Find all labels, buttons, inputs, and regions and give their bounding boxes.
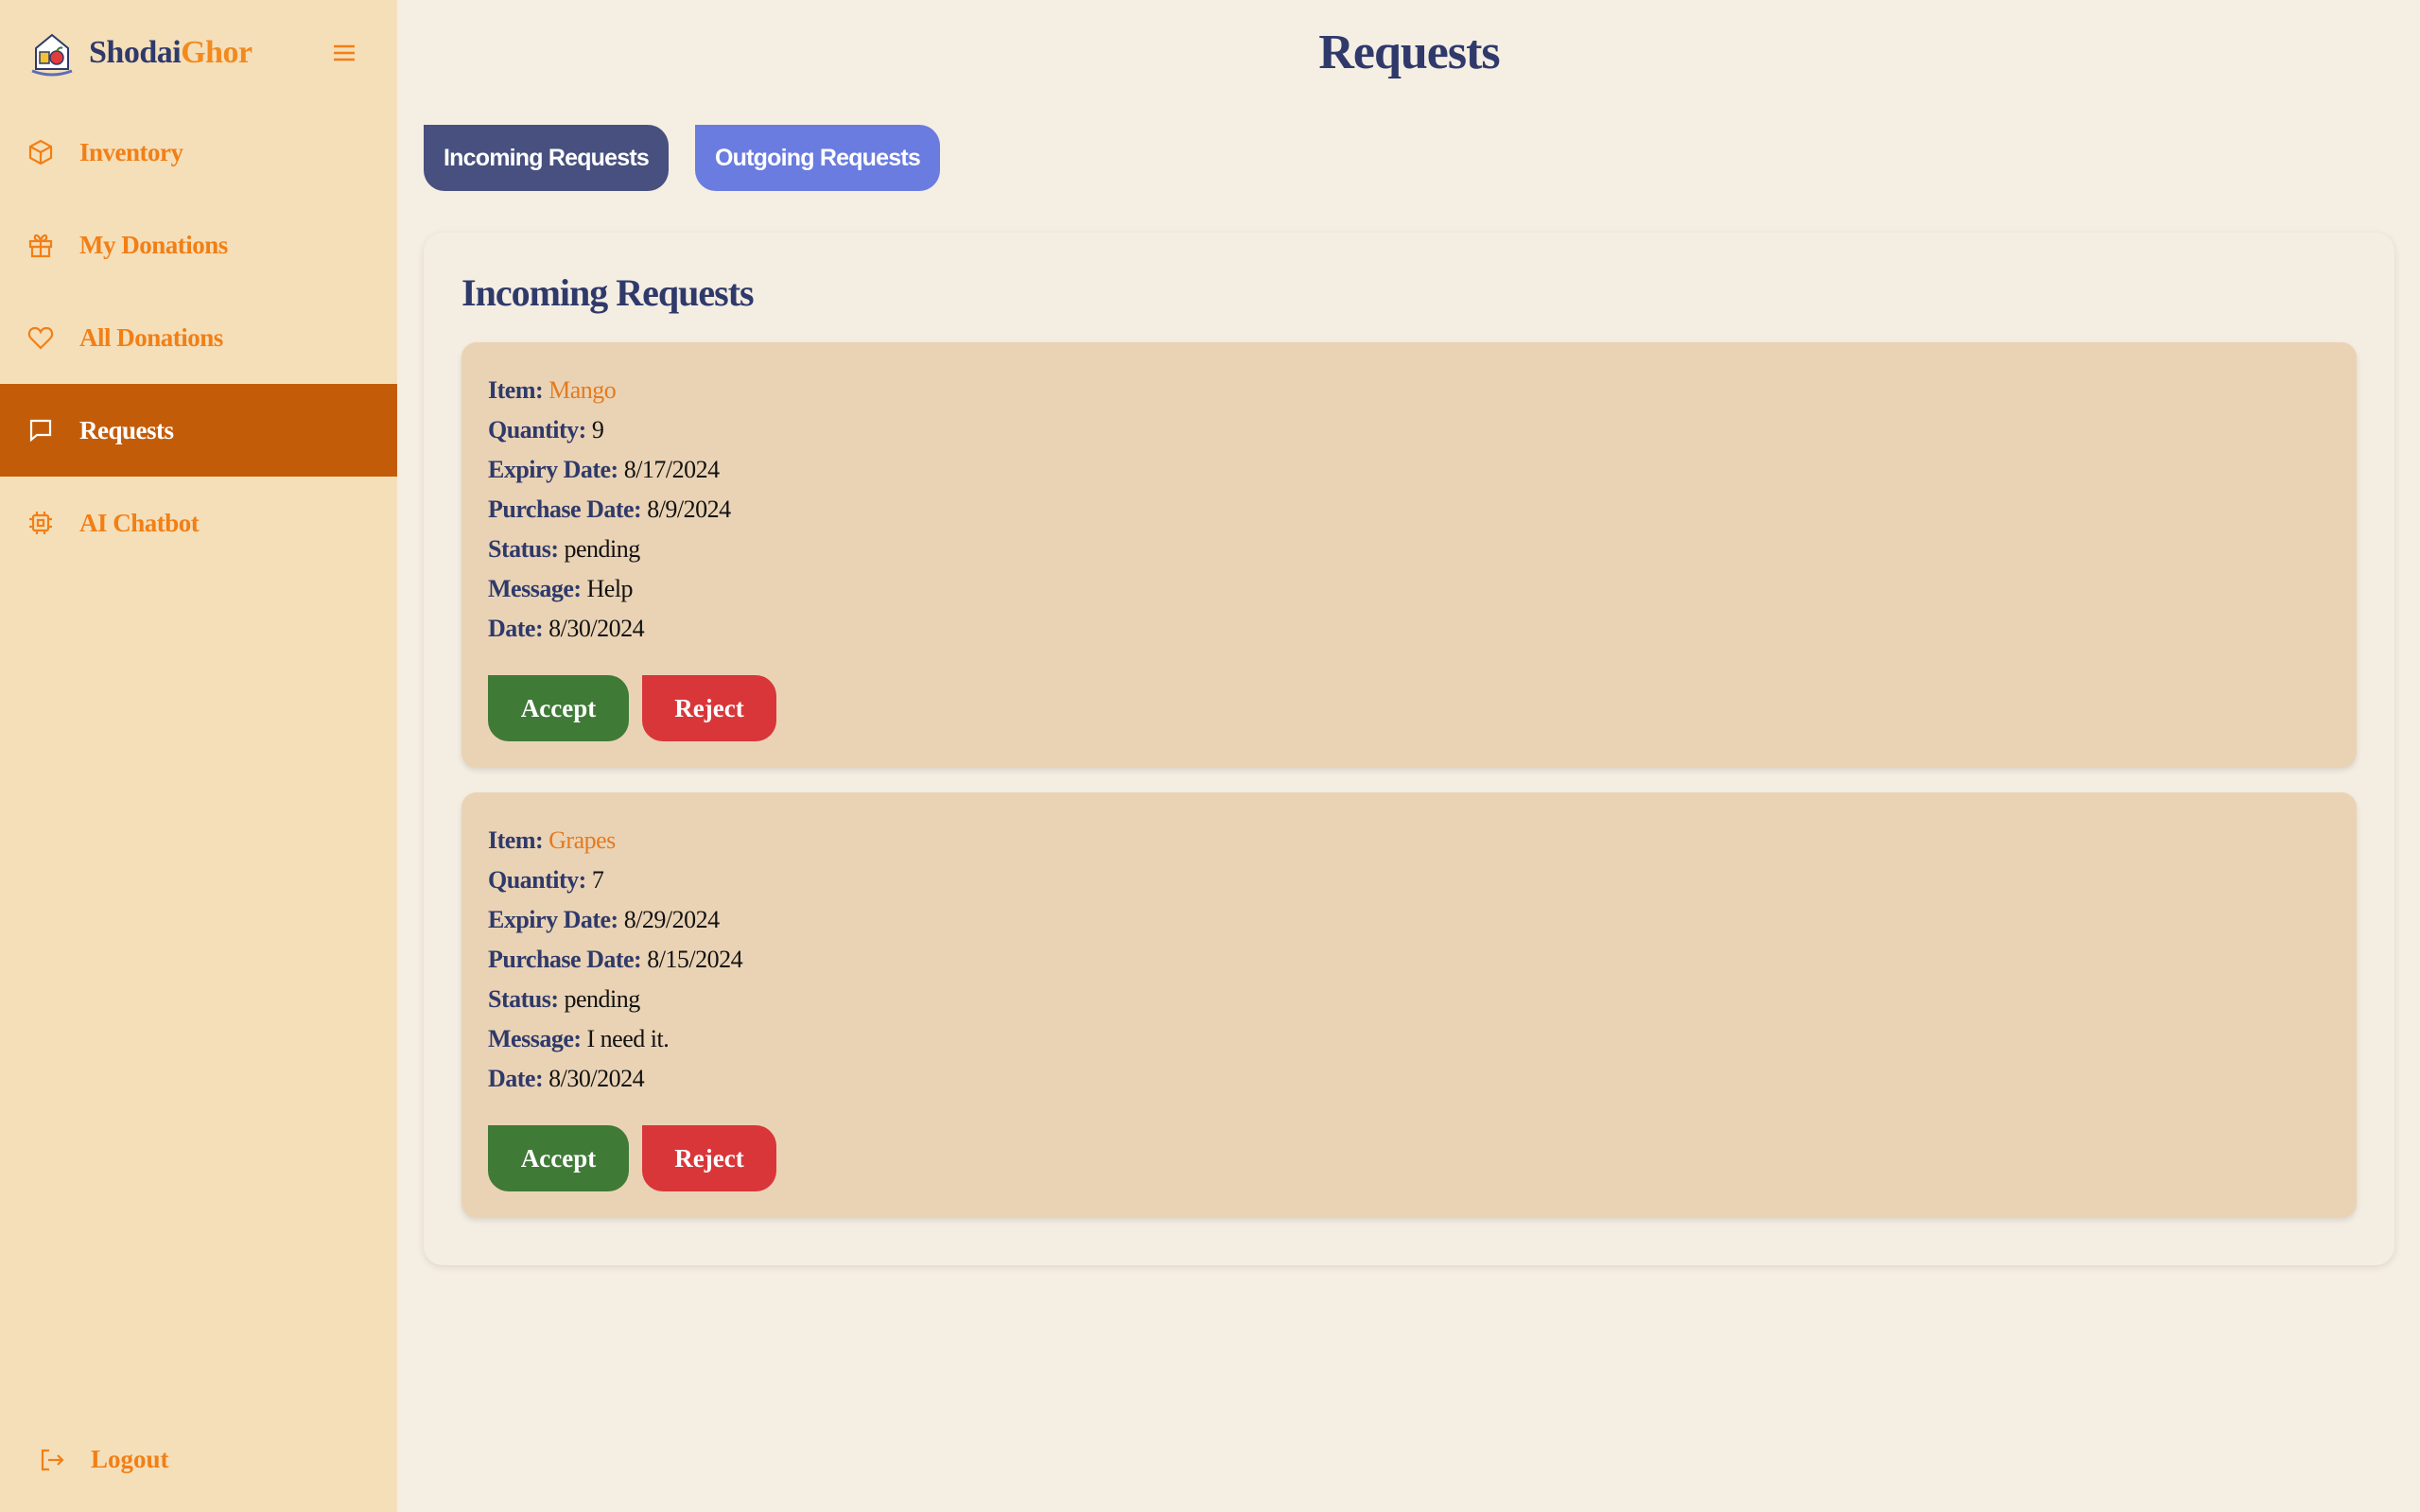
status-row: Status: pending: [488, 980, 2330, 1019]
gift-icon: [28, 234, 53, 258]
sidebar-item-label: My Donations: [79, 230, 228, 259]
status-value: pending: [564, 535, 641, 563]
accept-button[interactable]: Accept: [488, 1125, 629, 1191]
item-label: Item:: [488, 376, 544, 404]
sidebar-item-ai-chatbot[interactable]: AI Chatbot: [0, 477, 397, 569]
purchase-row: Purchase Date: 8/15/2024: [488, 940, 2330, 980]
date-label: Date:: [488, 1065, 544, 1092]
item-row: Item: Grapes: [488, 821, 2330, 860]
sidebar-item-label: Inventory: [79, 137, 183, 166]
date-row: Date: 8/30/2024: [488, 1059, 2330, 1099]
quantity-value: 7: [591, 866, 604, 894]
quantity-label: Quantity:: [488, 866, 586, 894]
main-content: Requests Incoming Requests Outgoing Requ…: [397, 0, 2420, 1512]
date-label: Date:: [488, 615, 544, 642]
quantity-row: Quantity: 7: [488, 860, 2330, 900]
chip-icon: [29, 512, 52, 534]
expiry-value: 8/17/2024: [623, 456, 720, 483]
expiry-row: Expiry Date: 8/29/2024: [488, 900, 2330, 940]
shop-logo-icon: [31, 33, 73, 77]
status-value: pending: [564, 985, 641, 1013]
purchase-value: 8/9/2024: [647, 495, 731, 523]
date-row: Date: 8/30/2024: [488, 609, 2330, 649]
logout-icon: [41, 1449, 64, 1470]
message-row: Message: Help: [488, 569, 2330, 609]
sidebar-item-all-donations[interactable]: All Donations: [0, 291, 397, 384]
page-title: Requests: [1318, 26, 1500, 79]
request-card: Item: Grapes Quantity: 7 Expiry Date: 8/…: [461, 792, 2357, 1218]
chat-icon: [29, 419, 52, 443]
sidebar-item-label: AI Chatbot: [79, 508, 200, 537]
request-tabs: Incoming Requests Outgoing Requests: [424, 125, 2394, 193]
item-row: Item: Mango: [488, 371, 2330, 410]
brand-name-part1: Shodai: [89, 35, 182, 70]
tab-incoming-requests[interactable]: Incoming Requests: [424, 125, 669, 191]
status-label: Status:: [488, 535, 559, 563]
quantity-value: 9: [591, 416, 604, 443]
heart-icon: [27, 326, 54, 350]
sidebar-item-label: All Donations: [79, 322, 223, 352]
reject-button[interactable]: Reject: [642, 1125, 776, 1191]
message-label: Message:: [488, 575, 582, 602]
message-value: Help: [586, 575, 634, 602]
tab-outgoing-requests[interactable]: Outgoing Requests: [695, 125, 940, 191]
purchase-value: 8/15/2024: [647, 946, 743, 973]
sidebar-item-inventory[interactable]: Inventory: [0, 106, 397, 199]
app-root: ShodaiGhor Inventory My Donations All Do…: [0, 0, 2420, 1512]
purchase-row: Purchase Date: 8/9/2024: [488, 490, 2330, 530]
brand-name: ShodaiGhor: [89, 35, 252, 71]
sidebar-item-requests[interactable]: Requests: [0, 384, 397, 477]
item-value: Grapes: [548, 826, 616, 854]
hamburger-menu-icon[interactable]: [331, 40, 357, 66]
request-actions: Accept Reject: [488, 1125, 2330, 1191]
message-label: Message:: [488, 1025, 582, 1052]
item-label: Item:: [488, 826, 544, 854]
logout-label: Logout: [91, 1445, 169, 1473]
quantity-label: Quantity:: [488, 416, 586, 443]
date-value: 8/30/2024: [548, 615, 645, 642]
message-value: I need it.: [586, 1025, 670, 1052]
expiry-label: Expiry Date:: [488, 456, 618, 483]
box-icon: [28, 139, 53, 165]
date-value: 8/30/2024: [548, 1065, 645, 1092]
status-label: Status:: [488, 985, 559, 1013]
panel-title: Incoming Requests: [461, 271, 755, 314]
expiry-label: Expiry Date:: [488, 906, 618, 933]
purchase-label: Purchase Date:: [488, 946, 642, 973]
accept-button[interactable]: Accept: [488, 675, 629, 741]
status-row: Status: pending: [488, 530, 2330, 569]
logout-button[interactable]: Logout: [38, 1445, 169, 1474]
quantity-row: Quantity: 9: [488, 410, 2330, 450]
expiry-row: Expiry Date: 8/17/2024: [488, 450, 2330, 490]
brand-name-part2: Ghor: [181, 35, 252, 70]
purchase-label: Purchase Date:: [488, 495, 642, 523]
expiry-value: 8/29/2024: [623, 906, 720, 933]
brand: ShodaiGhor: [0, 0, 397, 106]
item-value: Mango: [548, 376, 617, 404]
sidebar-item-label: Requests: [79, 415, 174, 444]
sidebar-item-my-donations[interactable]: My Donations: [0, 199, 397, 291]
request-card: Item: Mango Quantity: 9 Expiry Date: 8/1…: [461, 342, 2357, 768]
sidebar: ShodaiGhor Inventory My Donations All Do…: [0, 0, 397, 1512]
request-actions: Accept Reject: [488, 675, 2330, 741]
message-row: Message: I need it.: [488, 1019, 2330, 1059]
reject-button[interactable]: Reject: [642, 675, 776, 741]
incoming-requests-panel: Incoming Requests Item: Mango Quantity: …: [424, 233, 2394, 1265]
